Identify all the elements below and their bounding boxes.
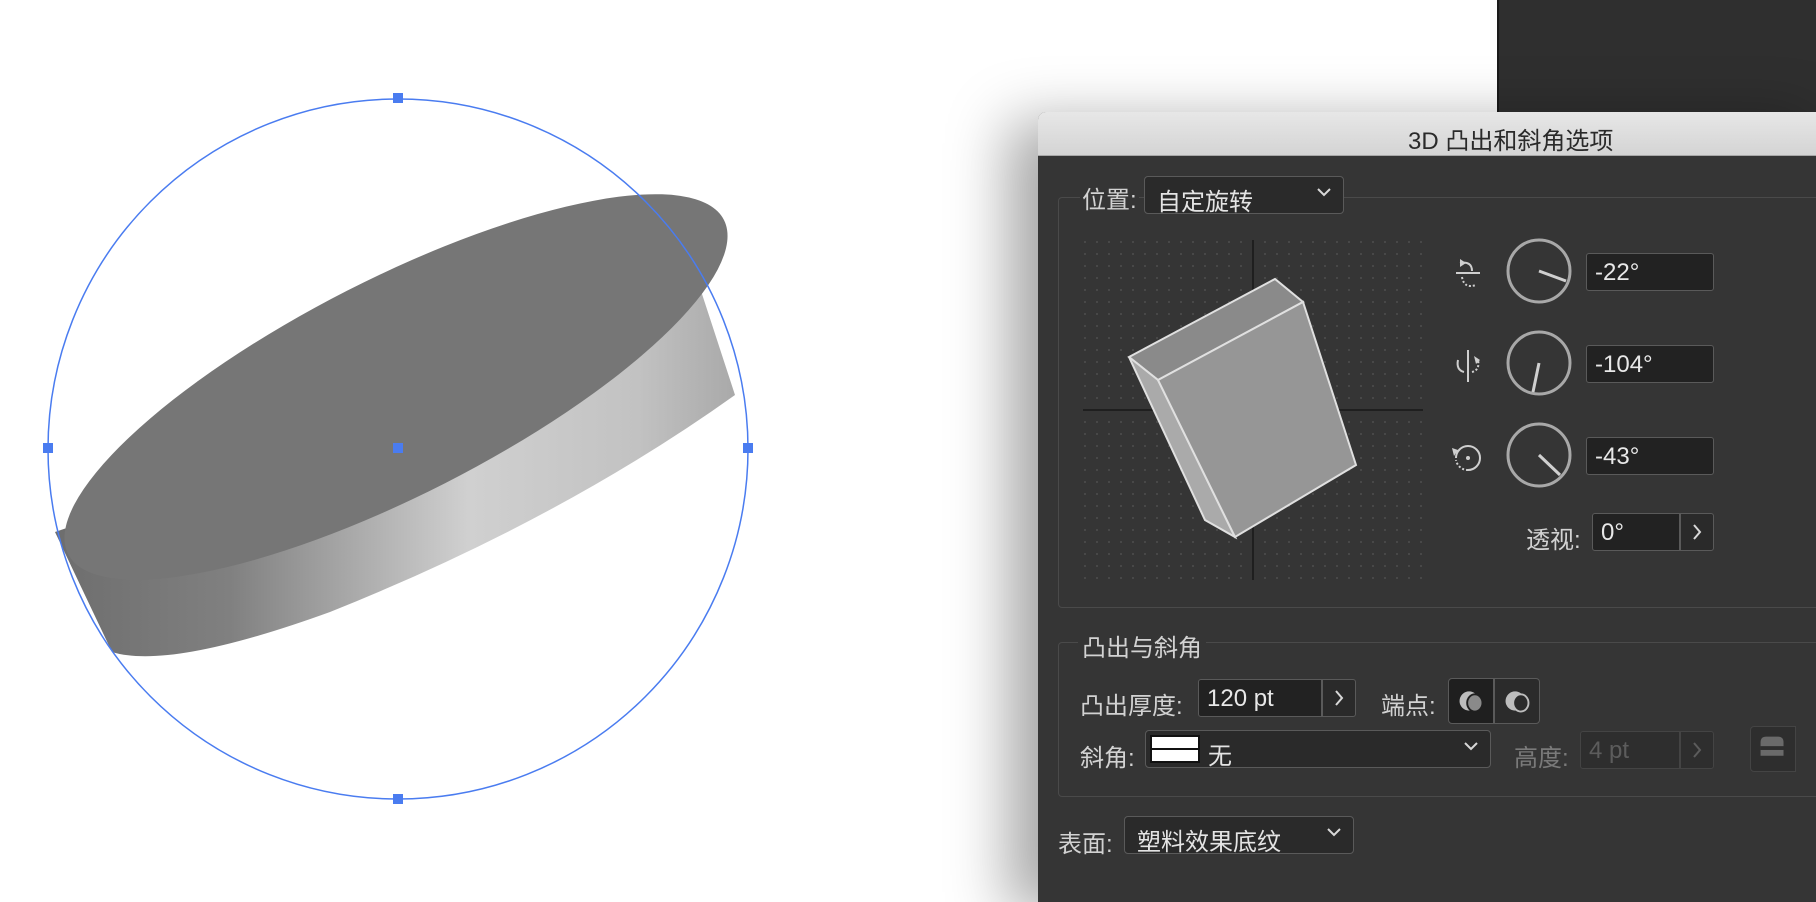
bevel-extent-out-button[interactable] [1750, 726, 1796, 772]
rotation-trackball[interactable] [1083, 240, 1423, 580]
artboard-3d-object[interactable] [0, 0, 900, 876]
perspective-value: 0° [1601, 519, 1624, 546]
selection-handle-top[interactable] [393, 93, 403, 103]
extrude-bevel-section-label: 凸出与斜角 [1078, 628, 1206, 663]
cap-label: 端点: [1381, 693, 1436, 720]
rotate-z-axis-icon [1452, 445, 1481, 472]
y-rotation-dial[interactable] [1506, 330, 1572, 396]
rotate-y-axis-icon [1456, 350, 1480, 382]
position-dropdown[interactable]: 自定旋转 [1144, 176, 1344, 216]
y-rotation-field[interactable]: -104° [1586, 345, 1714, 383]
bevel-label: 斜角: [1080, 745, 1135, 772]
chevron-right-icon [1693, 742, 1702, 758]
dialog-title: 3D 凸出和斜角选项 [1408, 128, 1614, 155]
cap-off-button[interactable] [1494, 678, 1540, 724]
bevel-height-field[interactable]: 4 pt [1580, 731, 1680, 769]
chevron-down-icon [1464, 742, 1478, 751]
z-rotation-field[interactable]: -43° [1586, 437, 1714, 475]
extrude-depth-field[interactable]: 120 pt [1198, 679, 1322, 717]
rotate-x-axis-icon [1456, 259, 1480, 287]
perspective-field[interactable]: 0° [1592, 513, 1680, 551]
dialog-titlebar[interactable]: 3D 凸出和斜角选项 [1038, 112, 1816, 156]
chevron-right-icon [1335, 690, 1344, 706]
background-app-panel [1497, 0, 1816, 120]
position-label: 位置: [1080, 180, 1139, 215]
extruded-disc[interactable] [19, 124, 773, 657]
z-rotation-dial[interactable] [1506, 422, 1572, 488]
perspective-slider-button[interactable] [1680, 513, 1714, 551]
bevel-height-slider-button[interactable] [1680, 731, 1714, 769]
bevel-value: 无 [1208, 743, 1232, 770]
surface-label: 表面: [1058, 831, 1113, 858]
bevel-extent-out-icon [1760, 736, 1784, 756]
surface-value: 塑料效果底纹 [1137, 829, 1281, 856]
x-rotation-field[interactable]: -22° [1586, 253, 1714, 291]
extrude-depth-label: 凸出厚度: [1080, 693, 1183, 720]
selection-handle-right[interactable] [743, 443, 753, 453]
bevel-height-label: 高度: [1514, 745, 1569, 772]
bevel-none-swatch [1150, 735, 1200, 763]
chevron-down-icon [1327, 828, 1341, 837]
bevel-dropdown[interactable]: 无 [1145, 730, 1491, 770]
extrude-depth-slider-button[interactable] [1322, 679, 1356, 717]
x-rotation-value: -22° [1595, 259, 1640, 286]
cap-off-icon [1505, 691, 1530, 713]
extrude-depth-value: 120 pt [1207, 685, 1274, 712]
position-value: 自定旋转 [1157, 189, 1253, 216]
y-rotation-value: -104° [1595, 351, 1653, 378]
selection-center-point [393, 443, 403, 453]
3d-extrude-bevel-dialog: 3D 凸出和斜角选项 位置: 自定旋转 -22° -104° -43° 透视: … [1038, 112, 1816, 902]
z-rotation-value: -43° [1595, 443, 1640, 470]
selection-handle-bottom[interactable] [393, 794, 403, 804]
chevron-down-icon [1317, 188, 1331, 197]
cap-on-button[interactable] [1448, 678, 1494, 724]
x-rotation-dial[interactable] [1506, 238, 1572, 304]
bevel-height-value: 4 pt [1589, 737, 1630, 764]
chevron-right-icon [1693, 524, 1702, 540]
surface-dropdown[interactable]: 塑料效果底纹 [1124, 816, 1354, 856]
perspective-label: 透视: [1526, 527, 1581, 554]
cap-on-icon [1459, 691, 1484, 713]
selection-handle-left[interactable] [43, 443, 53, 453]
